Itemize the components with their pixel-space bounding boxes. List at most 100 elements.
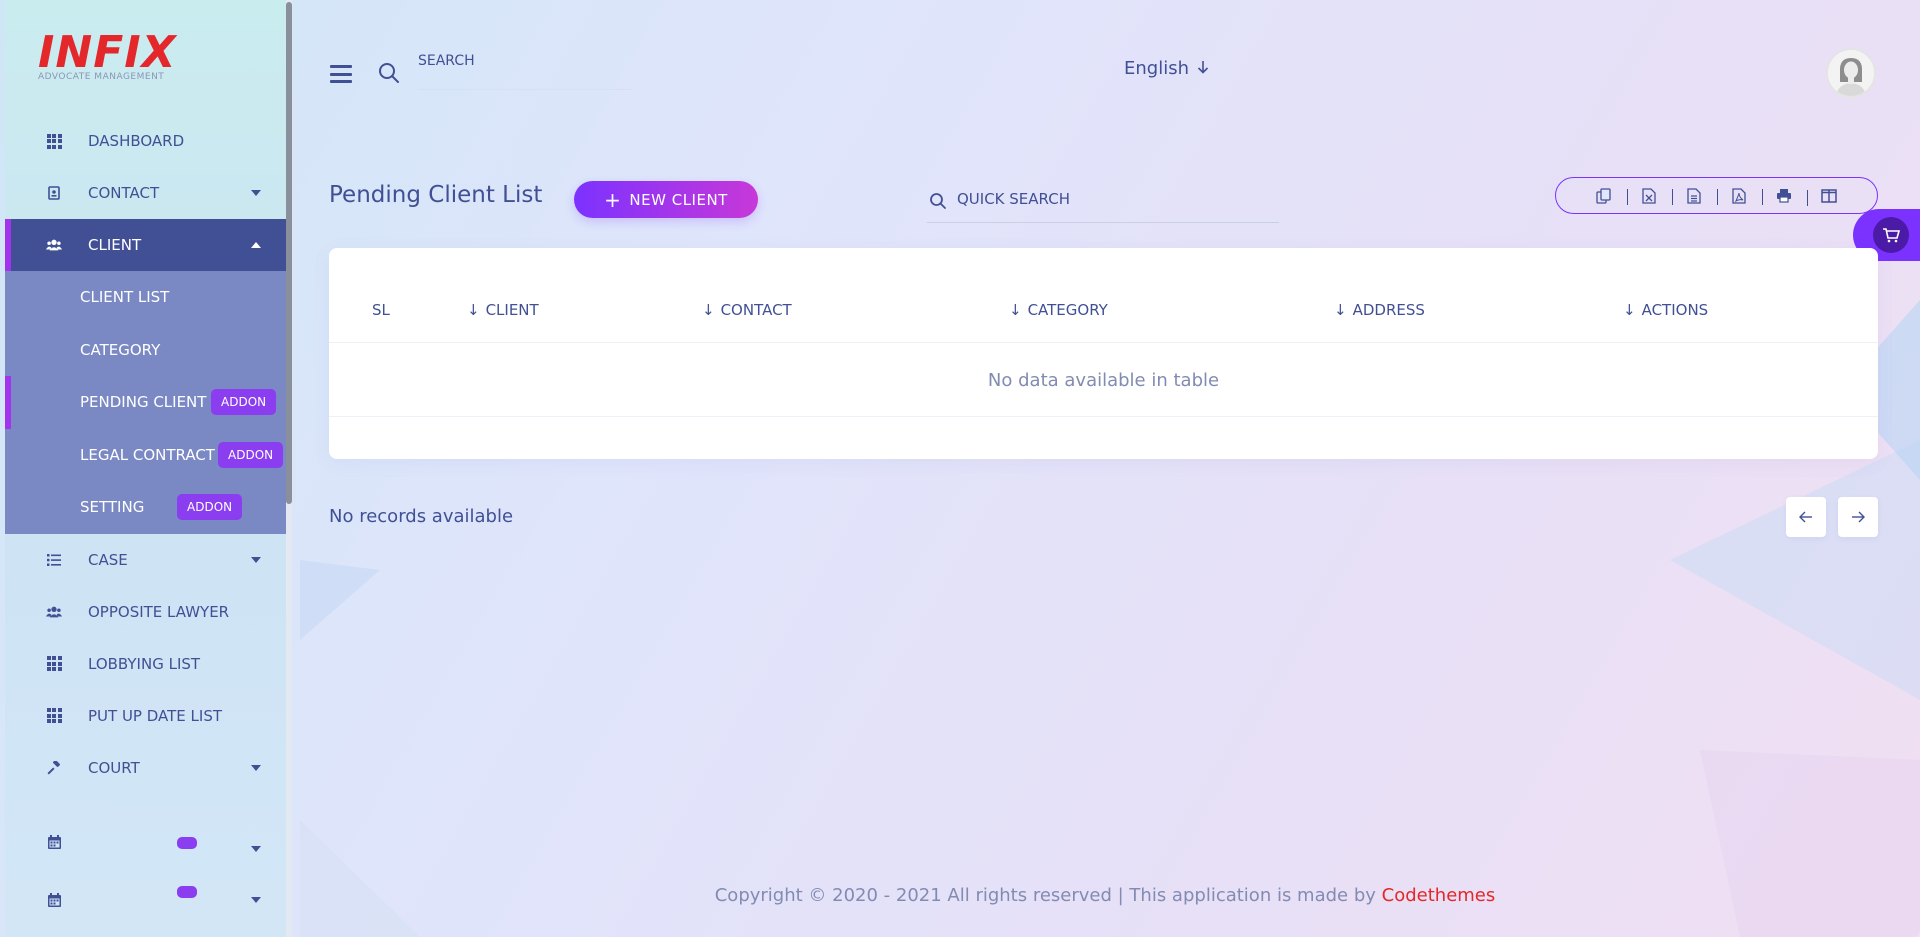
- app-logo[interactable]: INFIX ADVOCATE MANAGEMENT: [38, 27, 177, 83]
- logo-brand: INFIX: [38, 27, 177, 78]
- submenu-item-category[interactable]: CATEGORY: [5, 324, 286, 377]
- sidebar-item-label: COURT: [88, 758, 140, 777]
- sidebar-item-court[interactable]: COURT: [5, 742, 286, 794]
- addon-badge: ADDON: [211, 389, 277, 415]
- logo-subtitle: ADVOCATE MANAGEMENT: [38, 72, 165, 82]
- sort-arrow-icon: ↓: [1009, 301, 1022, 319]
- export-toolbar: [1555, 177, 1878, 214]
- addon-badge: ADDON: [177, 494, 243, 520]
- sidebar-item-dashboard[interactable]: DASHBOARD: [5, 115, 286, 167]
- column-header-label: CONTACT: [720, 301, 792, 319]
- sidebar-item-opposite-lawyer[interactable]: OPPOSITE LAWYER: [5, 586, 286, 638]
- arrow-right-icon: [1852, 511, 1865, 523]
- sidebar-item-put-up-date-list[interactable]: PUT UP DATE LIST: [5, 690, 286, 742]
- print-icon[interactable]: [1761, 188, 1807, 205]
- pdf-icon[interactable]: [1716, 187, 1762, 205]
- calendar-icon: [46, 834, 62, 850]
- column-header-label: ACTIONS: [1641, 301, 1709, 319]
- sort-arrow-icon: ↓: [1623, 301, 1636, 319]
- column-header-label: CLIENT: [485, 301, 539, 319]
- search-icon[interactable]: [378, 62, 400, 84]
- arrow-left-icon: [1799, 511, 1812, 523]
- submenu-item-label: CLIENT LIST: [80, 288, 170, 307]
- menu-toggle-icon[interactable]: [330, 65, 352, 83]
- sidebar-scrollbar[interactable]: [286, 0, 292, 937]
- copy-icon[interactable]: [1582, 187, 1627, 204]
- submenu-item-pending-client[interactable]: PENDING CLIENT ADDON: [5, 376, 286, 429]
- page-title: Pending Client List: [329, 182, 543, 208]
- column-header-category[interactable]: ↓ CATEGORY: [1009, 301, 1108, 319]
- empty-table-message: No data available in table: [329, 344, 1878, 417]
- footer: Copyright © 2020 - 2021 All rights reser…: [0, 885, 1920, 906]
- grid-icon: [46, 133, 62, 149]
- chevron-down-icon: [251, 556, 261, 563]
- footer-copyright: Copyright © 2020 - 2021 All rights reser…: [714, 885, 1376, 906]
- sidebar-item-label: PUT UP DATE LIST: [88, 706, 223, 725]
- footer-brand-link[interactable]: Codethemes: [1382, 885, 1496, 906]
- scrollbar-thumb[interactable]: [286, 2, 292, 504]
- gavel-icon: [46, 760, 62, 776]
- new-client-label: NEW CLIENT: [629, 190, 728, 209]
- column-header-client[interactable]: ↓ CLIENT: [467, 301, 539, 319]
- client-submenu: CLIENT LIST CATEGORY PENDING CLIENT ADDO…: [5, 271, 286, 534]
- next-page-button[interactable]: [1838, 497, 1878, 537]
- sidebar-nav: DASHBOARD CONTACT CLIENT CLIENT LIST CAT…: [5, 115, 286, 926]
- sidebar-item-client[interactable]: CLIENT: [5, 219, 286, 271]
- submenu-item-label: LEGAL CONTRACT: [80, 445, 215, 464]
- language-selector[interactable]: English: [1124, 58, 1209, 79]
- records-info: No records available: [329, 506, 514, 527]
- users-icon: [46, 604, 62, 620]
- submenu-item-legal-contract[interactable]: LEGAL CONTRACT ADDON: [5, 429, 286, 482]
- search-input[interactable]: [418, 50, 633, 72]
- column-header-contact[interactable]: ↓ CONTACT: [702, 301, 792, 319]
- chevron-up-icon: [251, 242, 261, 248]
- sidebar-item-contact[interactable]: CONTACT: [5, 167, 286, 219]
- sort-arrow-icon: ↓: [1334, 301, 1347, 319]
- client-table: SL ↓ CLIENT ↓ CONTACT ↓ CATEGORY ↓ ADDRE…: [329, 248, 1878, 459]
- columns-icon[interactable]: [1806, 188, 1852, 206]
- column-header-actions[interactable]: ↓ ACTIONS: [1623, 301, 1708, 319]
- chevron-down-icon: [251, 845, 261, 852]
- sidebar-item-label: DASHBOARD: [88, 132, 185, 150]
- arrow-down-icon: [1197, 59, 1209, 78]
- quick-search: [927, 180, 1279, 223]
- new-client-button[interactable]: + NEW CLIENT: [574, 181, 758, 218]
- sidebar-item-appointment[interactable]: [5, 794, 286, 874]
- list-icon: [46, 552, 62, 568]
- column-header-sl[interactable]: SL: [372, 301, 390, 319]
- sidebar-item-label: LOBBYING LIST: [88, 654, 201, 673]
- sidebar-item-label: CASE: [88, 550, 128, 569]
- chevron-down-icon: [251, 764, 261, 771]
- excel-icon[interactable]: [1626, 187, 1672, 205]
- sidebar-item-lobbying-list[interactable]: LOBBYING LIST: [5, 638, 286, 690]
- sidebar-item-label: CLIENT: [88, 236, 142, 254]
- quick-search-input[interactable]: [957, 190, 1257, 208]
- submenu-item-setting[interactable]: SETTING ADDON: [5, 481, 286, 534]
- addon-badge: [177, 836, 197, 849]
- search-icon: [929, 192, 947, 210]
- column-header-label: ADDRESS: [1352, 301, 1425, 319]
- grid-icon: [46, 656, 62, 672]
- app-window: INFIX ADVOCATE MANAGEMENT DASHBOARD CONT…: [0, 0, 1920, 937]
- csv-icon[interactable]: [1671, 187, 1717, 205]
- plus-icon: +: [604, 187, 622, 212]
- search-field: [418, 50, 633, 90]
- cart-icon: [1873, 217, 1909, 253]
- sidebar-item-case[interactable]: CASE: [5, 534, 286, 586]
- column-header-label: CATEGORY: [1027, 301, 1108, 319]
- grid-icon: [46, 708, 62, 724]
- column-header-label: SL: [372, 301, 390, 319]
- sort-arrow-icon: ↓: [702, 301, 715, 319]
- submenu-item-label: CATEGORY: [80, 340, 161, 359]
- submenu-item-client-list[interactable]: CLIENT LIST: [5, 271, 286, 324]
- language-label: English: [1124, 58, 1189, 79]
- addon-badge: ADDON: [218, 441, 284, 468]
- previous-page-button[interactable]: [1786, 497, 1826, 537]
- submenu-item-label: SETTING: [80, 498, 145, 517]
- submenu-item-label: PENDING CLIENT: [80, 393, 207, 412]
- user-avatar[interactable]: [1826, 48, 1876, 98]
- chevron-down-icon: [251, 190, 261, 196]
- column-header-address[interactable]: ↓ ADDRESS: [1334, 301, 1425, 319]
- sort-arrow-icon: ↓: [467, 301, 480, 319]
- sidebar-item-label: CONTACT: [88, 184, 160, 202]
